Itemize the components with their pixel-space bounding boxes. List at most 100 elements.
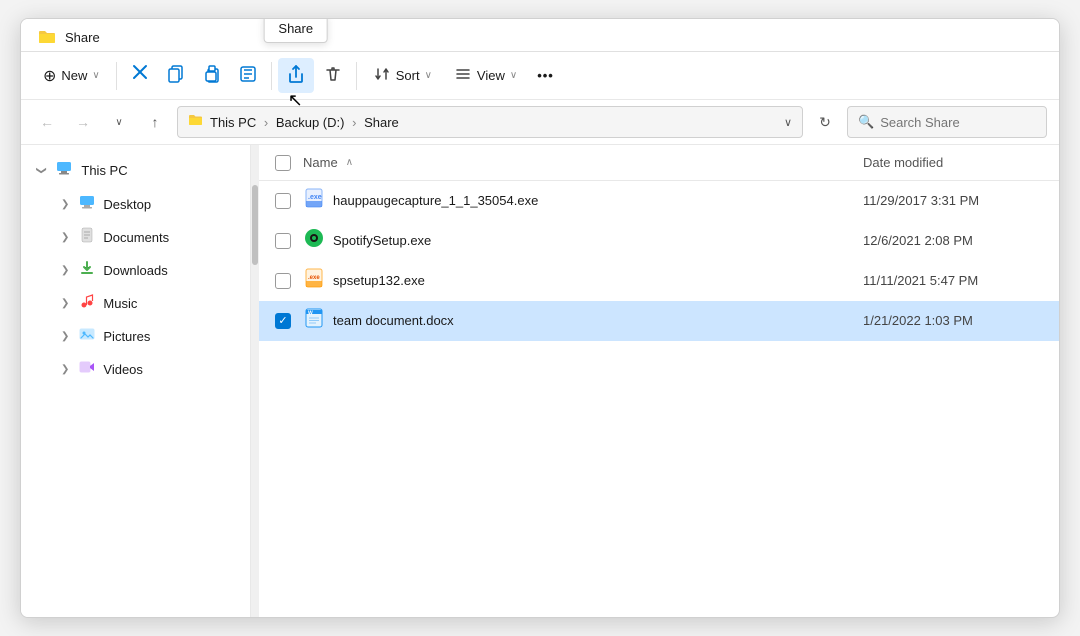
more-button[interactable]: •••	[529, 62, 562, 89]
sort-button[interactable]: Sort ∨	[363, 59, 442, 92]
search-input[interactable]	[880, 115, 1036, 130]
file-checkbox-0[interactable]	[275, 193, 291, 209]
sidebar-item-documents[interactable]: ❯ Documents	[25, 221, 246, 254]
copy-button[interactable]	[159, 59, 193, 92]
search-box[interactable]: 🔍	[847, 106, 1047, 138]
file-row-check-1	[275, 233, 303, 249]
sidebar-documents-label: Documents	[103, 230, 169, 245]
rename-button[interactable]	[231, 59, 265, 92]
address-folder-icon	[188, 112, 204, 132]
sidebar-item-downloads[interactable]: ❯ Downloads	[25, 254, 246, 287]
share-tooltip: Share	[263, 18, 328, 43]
sidebar-chevron-videos: ❯	[61, 364, 69, 375]
view-icon	[454, 65, 472, 86]
sidebar-videos-icon	[79, 359, 95, 380]
file-icon-1	[303, 227, 325, 255]
content-area: ❯ This PC ❯	[21, 145, 1059, 617]
file-checkbox-1[interactable]	[275, 233, 291, 249]
sidebar-scrollbar[interactable]	[251, 145, 259, 617]
sidebar-item-this-pc[interactable]: ❯ This PC	[25, 153, 246, 188]
file-date-0: 11/29/2017 3:31 PM	[863, 193, 1043, 208]
file-checkbox-2[interactable]	[275, 273, 291, 289]
address-bar[interactable]: This PC › Backup (D:) › Share ∨	[177, 106, 803, 138]
sidebar-music-label: Music	[103, 296, 137, 311]
up-button[interactable]: ↑	[141, 108, 169, 136]
header-checkbox-col	[275, 155, 303, 171]
sidebar-desktop-icon	[79, 194, 95, 215]
window-title: Share	[65, 30, 100, 45]
sidebar-pictures-label: Pictures	[103, 329, 150, 344]
title-folder-icon	[37, 27, 57, 47]
sidebar-item-videos[interactable]: ❯ Videos	[25, 353, 246, 386]
sidebar-chevron-this-pc: ❯	[36, 166, 47, 174]
col-name-header[interactable]: Name ∧	[303, 155, 863, 170]
file-date-2: 11/11/2021 5:47 PM	[863, 273, 1043, 288]
sidebar-music-icon	[79, 293, 95, 314]
sidebar-item-desktop[interactable]: ❯ Desktop	[25, 188, 246, 221]
new-chevron-icon: ∨	[92, 70, 99, 81]
file-row-check-3: ✓	[275, 313, 303, 329]
forward-button[interactable]: →	[69, 108, 97, 136]
file-icon-0: .exe	[303, 187, 325, 215]
table-row[interactable]: .exe hauppaugecapture_1_1_35054.exe 11/2…	[259, 181, 1059, 221]
toolbar-separator-2	[271, 62, 272, 90]
cut-icon	[131, 64, 149, 87]
copy-icon	[167, 65, 185, 86]
table-row[interactable]: SpotifySetup.exe 12/6/2021 2:08 PM	[259, 221, 1059, 261]
sidebar-downloads-icon	[79, 260, 95, 281]
explorer-window: Share ⊕ New ∨	[20, 18, 1060, 618]
view-label: View	[477, 68, 505, 83]
file-icon-3: W	[303, 307, 325, 335]
toolbar: ⊕ New ∨	[21, 52, 1059, 100]
file-row-check-2	[275, 273, 303, 289]
sidebar-documents-icon	[79, 227, 95, 248]
header-checkbox[interactable]	[275, 155, 291, 171]
sidebar-chevron-downloads: ❯	[61, 265, 69, 276]
sidebar-chevron-pictures: ❯	[61, 331, 69, 342]
address-path: This PC › Backup (D:) › Share	[210, 115, 399, 130]
title-bar: Share	[21, 19, 1059, 52]
file-list-header: Name ∧ Date modified	[259, 145, 1059, 181]
paste-icon	[203, 65, 221, 86]
dropdown-icon: ∨	[115, 117, 122, 128]
delete-button[interactable]	[316, 59, 350, 92]
rename-icon	[239, 65, 257, 86]
sidebar-scrollbar-thumb[interactable]	[252, 185, 258, 265]
sidebar-desktop-label: Desktop	[103, 197, 151, 212]
sort-icon	[373, 65, 391, 86]
col-date-header[interactable]: Date modified	[863, 155, 1043, 170]
svg-text:.exe: .exe	[308, 275, 320, 281]
sidebar-downloads-label: Downloads	[103, 263, 167, 278]
file-icon-2: .exe	[303, 267, 325, 295]
sort-label: Sort	[396, 68, 420, 83]
refresh-icon: ↻	[819, 114, 831, 131]
file-name-0: hauppaugecapture_1_1_35054.exe	[333, 193, 863, 208]
share-button[interactable]	[278, 58, 314, 93]
file-checkbox-3[interactable]: ✓	[275, 313, 291, 329]
paste-button[interactable]	[195, 59, 229, 92]
sidebar: ❯ This PC ❯	[21, 145, 251, 617]
sidebar-chevron-music: ❯	[61, 298, 69, 309]
sidebar-pictures-icon	[79, 326, 95, 347]
sidebar-this-pc-label: This PC	[81, 163, 127, 178]
address-chevron-icon: ∨	[784, 116, 792, 129]
file-date-1: 12/6/2021 2:08 PM	[863, 233, 1043, 248]
sidebar-videos-label: Videos	[103, 362, 143, 377]
file-name-3: team document.docx	[333, 313, 863, 328]
new-button[interactable]: ⊕ New ∨	[33, 60, 110, 92]
dropdown-button[interactable]: ∨	[105, 108, 133, 136]
sidebar-item-music[interactable]: ❯ Music	[25, 287, 246, 320]
search-icon: 🔍	[858, 114, 874, 130]
sidebar-this-pc-icon	[55, 159, 73, 182]
up-icon: ↑	[152, 114, 159, 130]
cut-button[interactable]	[123, 58, 157, 93]
sidebar-item-pictures[interactable]: ❯ Pictures	[25, 320, 246, 353]
address-row: ← → ∨ ↑ This PC › Backup (D:) › Share	[21, 100, 1059, 145]
new-icon: ⊕	[43, 66, 56, 86]
table-row[interactable]: ✓ W team document.docx 1/21/2022	[259, 301, 1059, 341]
table-row[interactable]: .exe spsetup132.exe 11/11/2021 5:47 PM	[259, 261, 1059, 301]
file-rows: .exe hauppaugecapture_1_1_35054.exe 11/2…	[259, 181, 1059, 617]
view-button[interactable]: View ∨	[444, 59, 527, 92]
back-button[interactable]: ←	[33, 108, 61, 136]
refresh-button[interactable]: ↻	[811, 108, 839, 136]
